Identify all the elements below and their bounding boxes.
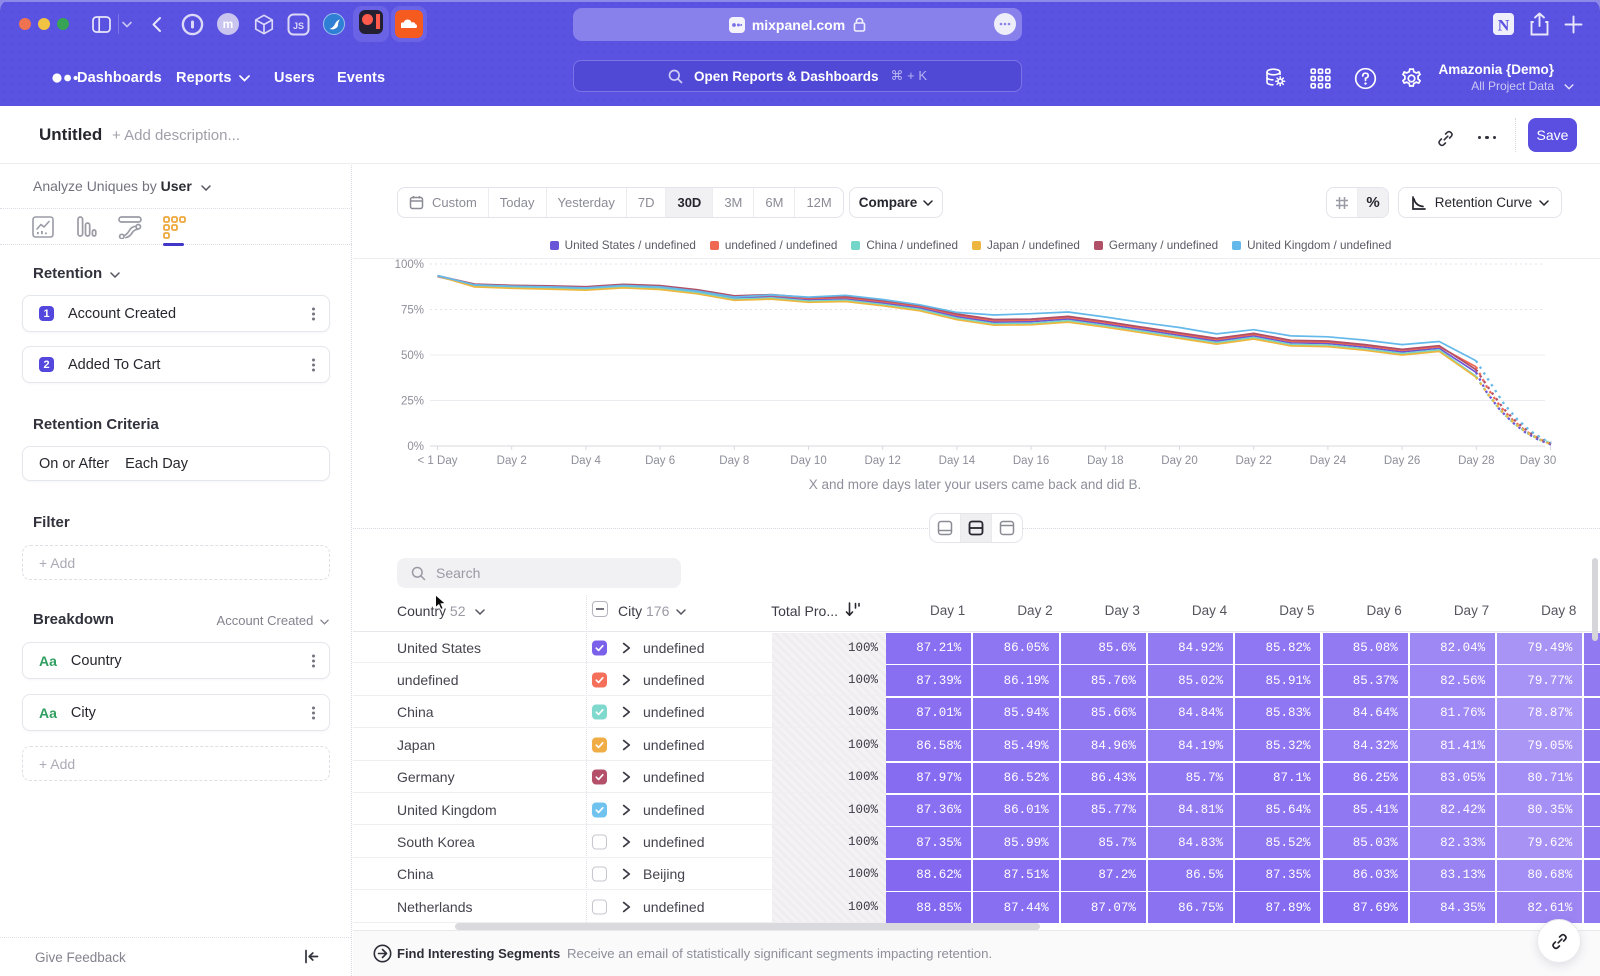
svg-text:Day 12: Day 12 xyxy=(864,455,900,467)
svg-text:JS: JS xyxy=(293,21,304,31)
svg-text:100%: 100% xyxy=(395,259,424,271)
svg-text:< 1 Day: < 1 Day xyxy=(418,455,458,467)
svg-text:N: N xyxy=(1498,18,1510,35)
svg-text:Day 10: Day 10 xyxy=(790,455,826,467)
svg-text:50%: 50% xyxy=(401,350,424,362)
svg-text:Day 16: Day 16 xyxy=(1013,455,1049,467)
svg-text:Day 18: Day 18 xyxy=(1087,455,1123,467)
svg-text:Day 14: Day 14 xyxy=(939,455,976,467)
svg-text:Day 28: Day 28 xyxy=(1458,455,1494,467)
svg-text:Day 8: Day 8 xyxy=(719,455,749,467)
svg-text:Day 26: Day 26 xyxy=(1384,455,1420,467)
svg-text:Day 6: Day 6 xyxy=(645,455,675,467)
svg-text:Day 4: Day 4 xyxy=(571,455,602,467)
svg-text:25%: 25% xyxy=(401,396,424,408)
svg-text:Day 30: Day 30 xyxy=(1520,455,1556,467)
svg-text:X and more days later your use: X and more days later your users came ba… xyxy=(809,477,1141,492)
svg-text:Day 20: Day 20 xyxy=(1161,455,1197,467)
svg-text:Day 2: Day 2 xyxy=(497,455,527,467)
svg-text:75%: 75% xyxy=(401,305,424,317)
svg-text:0%: 0% xyxy=(407,441,424,453)
svg-text:Day 22: Day 22 xyxy=(1235,455,1271,467)
svg-text:Day 24: Day 24 xyxy=(1310,455,1347,467)
